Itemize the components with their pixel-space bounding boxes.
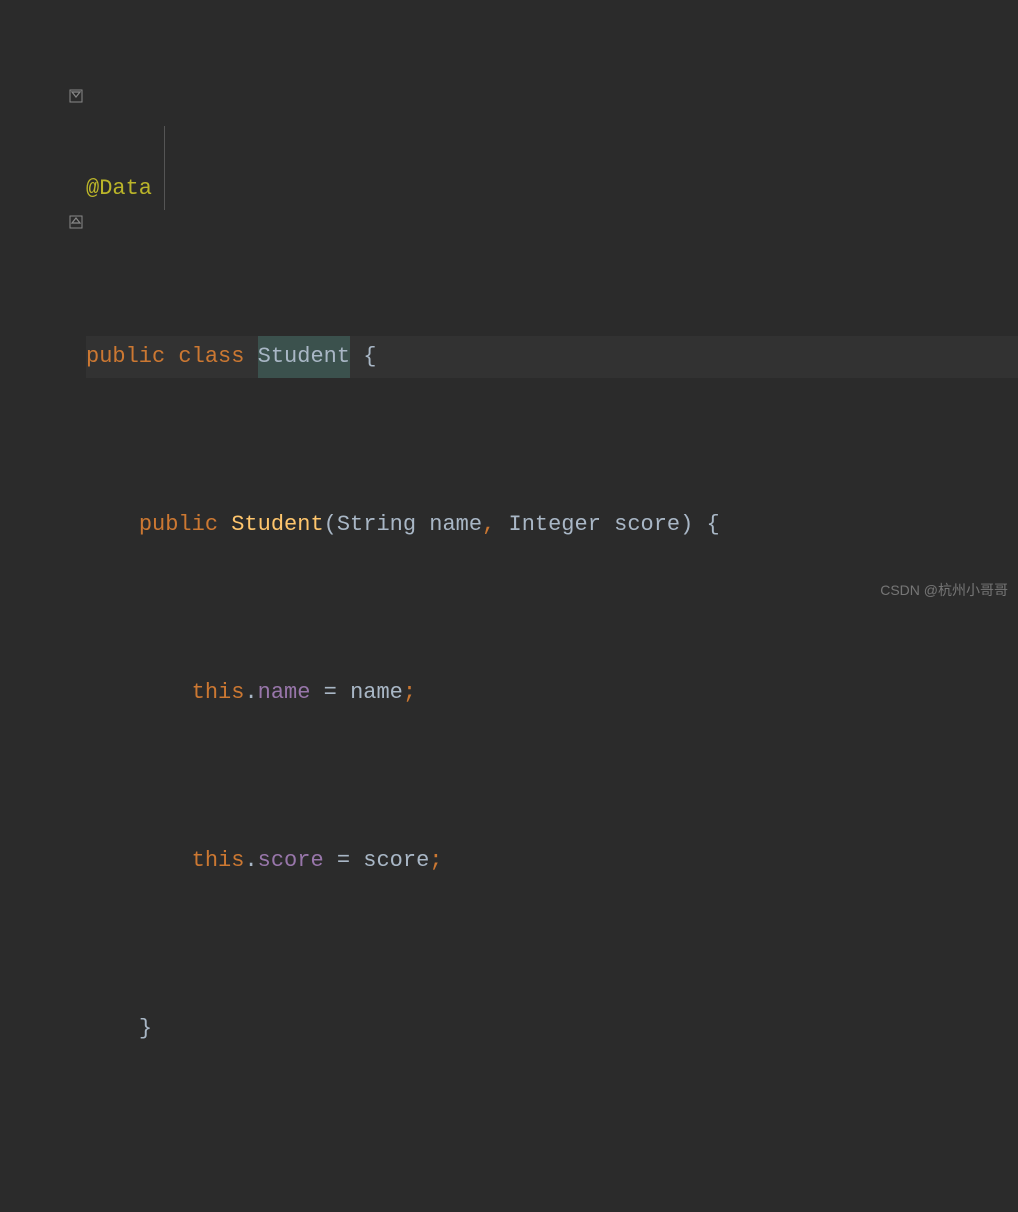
code-line[interactable]: this.name = name;: [86, 672, 1018, 714]
code-line[interactable]: [86, 1176, 1018, 1212]
dot: .: [244, 840, 257, 882]
keyword-class: class: [178, 336, 244, 378]
indent: [86, 1008, 139, 1050]
gutter: [0, 0, 86, 606]
fold-guide: [164, 126, 165, 210]
fold-icon[interactable]: [68, 214, 84, 230]
keyword-this: this: [192, 840, 245, 882]
indent: [86, 504, 139, 546]
semicolon: ;: [403, 672, 416, 714]
space: [416, 504, 429, 546]
paren-close: ): [680, 504, 693, 546]
brace-open: {: [363, 336, 376, 378]
dot: .: [244, 672, 257, 714]
brace-open: {: [707, 504, 720, 546]
var: score: [363, 840, 429, 882]
method-name: Student: [231, 504, 323, 546]
code-editor[interactable]: @Data public class Student { public Stud…: [0, 0, 1018, 606]
keyword-this: this: [192, 672, 245, 714]
space: [165, 336, 178, 378]
brace-close: }: [139, 1008, 152, 1050]
space: [218, 504, 231, 546]
type: String: [337, 504, 416, 546]
space: [601, 504, 614, 546]
param: name: [429, 504, 482, 546]
space: [244, 336, 257, 378]
code-line[interactable]: @Data: [86, 168, 1018, 210]
space: [350, 336, 363, 378]
class-name: Student: [258, 336, 350, 378]
keyword-public: public: [86, 336, 165, 378]
field: name: [258, 672, 311, 714]
space: [693, 504, 706, 546]
eq: =: [324, 840, 364, 882]
fold-icon[interactable]: [68, 88, 84, 104]
code-line[interactable]: public Student(String name, Integer scor…: [86, 504, 1018, 546]
var: name: [350, 672, 403, 714]
code-area[interactable]: @Data public class Student { public Stud…: [86, 0, 1018, 606]
keyword-public: public: [139, 504, 218, 546]
indent: [86, 672, 192, 714]
indent: [86, 840, 192, 882]
watermark: CSDN @杭州小哥哥: [880, 580, 1008, 600]
comma: ,: [482, 504, 495, 546]
code-line[interactable]: public class Student {: [86, 336, 1018, 378]
code-line[interactable]: this.score = score;: [86, 840, 1018, 882]
annotation: @Data: [86, 168, 152, 210]
type: Integer: [509, 504, 601, 546]
semicolon: ;: [429, 840, 442, 882]
code-line[interactable]: }: [86, 1008, 1018, 1050]
param: score: [614, 504, 680, 546]
space: [495, 504, 508, 546]
field: score: [258, 840, 324, 882]
paren-open: (: [324, 504, 337, 546]
eq: =: [310, 672, 350, 714]
